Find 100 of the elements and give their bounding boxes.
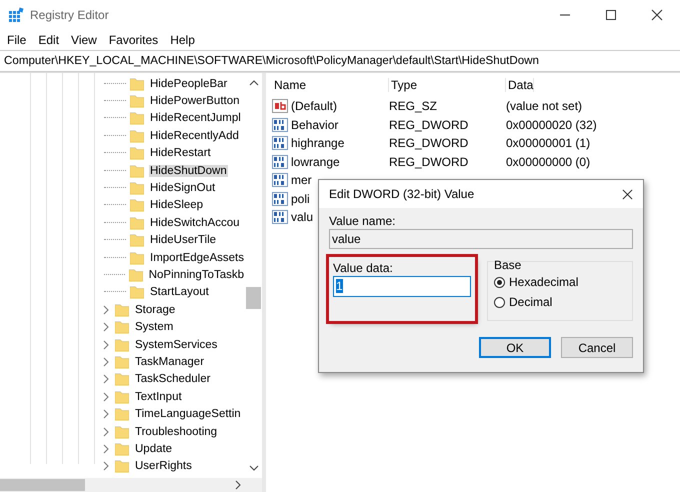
tree-item[interactable]: TextInput (134, 390, 183, 403)
folder-icon (128, 268, 143, 282)
field-label: Value name: (329, 214, 396, 228)
scroll-down-icon[interactable] (248, 464, 258, 472)
chevron-icon[interactable] (102, 374, 110, 384)
column-header[interactable]: Data (506, 78, 534, 92)
tree-item[interactable]: StartLayout (149, 286, 210, 298)
dialog-button[interactable]: OK (479, 337, 551, 358)
value-data-field[interactable]: 1 (333, 276, 471, 297)
folder-icon (115, 372, 129, 386)
menu-item[interactable]: File (2, 33, 32, 47)
chevron-icon[interactable] (102, 444, 110, 454)
chevron-icon[interactable] (102, 304, 110, 315)
tree-item[interactable]: HideSleep (149, 199, 204, 212)
chevron-icon[interactable] (102, 340, 110, 350)
tree-item[interactable]: System (134, 321, 174, 334)
folder-icon (130, 285, 144, 300)
value-data: 0x00000000 (0) (506, 154, 590, 169)
tree-item[interactable]: TimeLanguageSettin (134, 408, 242, 420)
chevron-icon[interactable] (102, 392, 110, 402)
tree-item[interactable]: HideShutDown (149, 164, 228, 177)
column-header[interactable]: Type (389, 78, 506, 92)
tree-item[interactable]: HideSignOut (149, 182, 216, 194)
registry-icon (8, 7, 24, 23)
folder-icon (130, 216, 144, 230)
value-data: 0x00000020 (32) (506, 118, 597, 132)
chevron-icon[interactable] (102, 461, 110, 472)
binary-value-icon (272, 192, 288, 206)
chevron-icon[interactable] (102, 322, 110, 332)
binary-value-icon (272, 136, 288, 150)
folder-icon (115, 302, 129, 317)
folder-icon (115, 354, 129, 369)
binary-value-icon (272, 154, 288, 169)
binary-value-icon (272, 173, 288, 188)
radio-button[interactable]: Decimal (494, 292, 626, 312)
folder-icon (130, 111, 144, 126)
folder-icon (130, 128, 144, 143)
chevron-icon[interactable] (102, 356, 110, 367)
folder-icon (130, 198, 144, 212)
tree-item[interactable]: HideRestart (149, 147, 212, 160)
folder-icon (115, 338, 129, 352)
scroll-up-icon[interactable] (248, 79, 258, 87)
horizontal-scrollbar[interactable] (0, 478, 262, 492)
folder-icon (115, 459, 129, 474)
value-data: (value not set) (506, 99, 582, 114)
value-name[interactable]: Behavior (291, 118, 338, 132)
menu-item[interactable]: Favorites (104, 33, 164, 47)
scroll-thumb[interactable] (246, 287, 261, 309)
tree-item[interactable]: Storage (134, 304, 176, 316)
tree-item[interactable]: Troubleshooting (134, 426, 218, 438)
column-header[interactable]: Name (272, 78, 389, 92)
tree-item[interactable]: TaskScheduler (134, 373, 212, 386)
tree-item[interactable]: UserRights (134, 460, 193, 472)
folder-icon (115, 442, 129, 456)
value-type: REG_DWORD (389, 118, 470, 132)
chevron-icon[interactable] (102, 426, 110, 436)
address-bar[interactable]: Computer\HKEY_LOCAL_MACHINE\SOFTWARE\Microsoft\PolicyManager\default\Start\HideShutDown (0, 50, 680, 72)
dialog-title: Edit DWORD (32-bit) Value (329, 187, 474, 201)
folder-icon (130, 94, 144, 108)
tree-item[interactable]: ImportEdgeAssets (149, 252, 245, 264)
tree-item[interactable]: SystemServices (134, 338, 218, 351)
tree-item[interactable]: Update (134, 442, 174, 455)
value-name[interactable]: lowrange (291, 154, 340, 169)
tree-item[interactable]: HideRecentJumpl (149, 112, 242, 124)
tree-item[interactable]: HidePowerButton (149, 95, 240, 108)
menu-item[interactable]: Edit (33, 33, 64, 47)
value-name[interactable]: highrange (291, 136, 344, 150)
tree-item[interactable]: HideRecentlyAdd (149, 130, 240, 142)
tree-item[interactable]: HidePeopleBar (149, 78, 228, 90)
binary-value-icon (272, 210, 288, 224)
value-name[interactable]: mer (291, 173, 312, 188)
group-label: Base (494, 258, 522, 272)
folder-icon (130, 146, 144, 160)
folder-icon (130, 164, 144, 178)
tree-item[interactable]: HideSwitchAccou (149, 216, 240, 229)
radio-button[interactable]: Hexadecimal (494, 272, 626, 292)
binary-value-icon (272, 118, 288, 132)
field-label: Value data: (333, 261, 394, 275)
value-type: REG_DWORD (389, 136, 470, 150)
menu-item[interactable]: Help (165, 33, 200, 47)
folder-icon (115, 390, 129, 404)
folder-icon (130, 76, 144, 91)
scroll-right-icon[interactable] (234, 480, 242, 490)
value-name[interactable]: valu (291, 210, 314, 224)
value-name[interactable]: poli (291, 192, 310, 206)
folder-icon (130, 181, 144, 196)
value-type: REG_DWORD (389, 154, 470, 169)
menu-item[interactable]: View (66, 33, 102, 47)
folder-icon (130, 233, 144, 248)
chevron-icon[interactable] (102, 409, 110, 420)
folder-icon (130, 250, 144, 265)
value-type: REG_SZ (389, 99, 438, 114)
value-data: 0x00000001 (1) (506, 136, 590, 150)
tree-item[interactable]: HideUserTile (149, 234, 218, 246)
dialog-button[interactable]: Cancel (561, 337, 633, 358)
tree-item[interactable]: NoPinningToTaskb (148, 268, 245, 281)
close-icon[interactable] (622, 188, 633, 200)
folder-icon (115, 424, 129, 438)
tree-item[interactable]: TaskManager (134, 356, 206, 368)
value-name[interactable]: (Default) (291, 99, 338, 114)
